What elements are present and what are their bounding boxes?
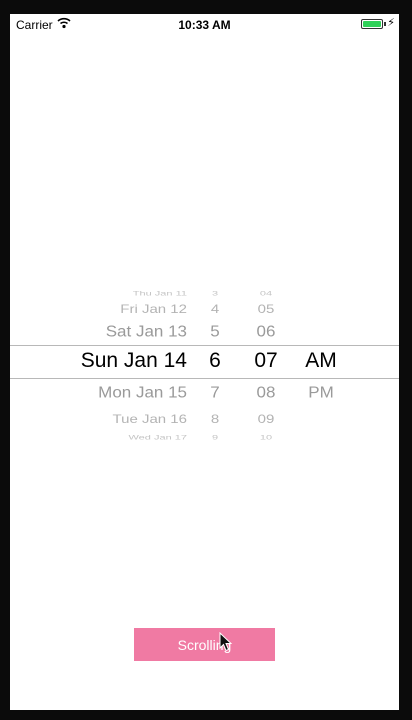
status-bar: Carrier 10:33 AM ⚡ (10, 14, 399, 36)
hour-row[interactable]: 8 (193, 413, 237, 426)
charging-icon: ⚡ (387, 17, 395, 29)
date-time-picker[interactable]: Thu Jan 11 Fri Jan 12 Sat Jan 13 Sun Jan… (10, 282, 399, 458)
hour-row[interactable]: 7 (193, 384, 237, 402)
period-row-selected[interactable]: AM (296, 349, 346, 373)
battery-tip (384, 22, 386, 26)
date-row[interactable]: Fri Jan 12 (10, 303, 187, 316)
date-row[interactable]: Tue Jan 16 (10, 413, 188, 426)
mouse-cursor-icon (219, 632, 233, 652)
date-row-selected[interactable]: Sun Jan 14 (10, 349, 187, 373)
date-row[interactable]: Sat Jan 13 (10, 323, 187, 341)
minute-row[interactable]: 04 (246, 291, 286, 298)
hour-row[interactable]: 3 (193, 291, 237, 298)
battery-icon (361, 19, 383, 29)
screen: Carrier 10:33 AM ⚡ Thu Jan 11 Fri Jan 12… (10, 14, 399, 710)
date-row[interactable]: Wed Jan 17 (10, 435, 187, 442)
minute-row-selected[interactable]: 07 (246, 349, 286, 373)
battery-level (363, 21, 381, 27)
date-row[interactable]: Mon Jan 15 (10, 384, 187, 402)
minute-row[interactable]: 10 (246, 435, 286, 442)
period-row[interactable]: PM (296, 384, 346, 402)
date-row[interactable]: Thu Jan 11 (10, 291, 187, 298)
hour-wheel[interactable]: 3 4 5 6 7 8 9 (193, 282, 237, 458)
hour-row[interactable]: 4 (193, 303, 237, 316)
minute-row[interactable]: 08 (246, 384, 286, 402)
hour-row[interactable]: 9 (193, 435, 237, 442)
scrolling-button[interactable]: Scrolling (134, 628, 275, 661)
device-frame: Carrier 10:33 AM ⚡ Thu Jan 11 Fri Jan 12… (0, 0, 412, 720)
minute-row[interactable]: 06 (246, 323, 286, 341)
minute-row[interactable]: 09 (246, 413, 286, 426)
minute-row[interactable]: 05 (246, 303, 286, 316)
period-wheel[interactable]: AM PM (296, 282, 346, 458)
date-wheel[interactable]: Thu Jan 11 Fri Jan 12 Sat Jan 13 Sun Jan… (10, 282, 187, 458)
hour-row[interactable]: 5 (193, 323, 237, 341)
hour-row-selected[interactable]: 6 (193, 349, 237, 373)
minute-wheel[interactable]: 04 05 06 07 08 09 10 (246, 282, 286, 458)
status-time: 10:33 AM (178, 18, 231, 32)
